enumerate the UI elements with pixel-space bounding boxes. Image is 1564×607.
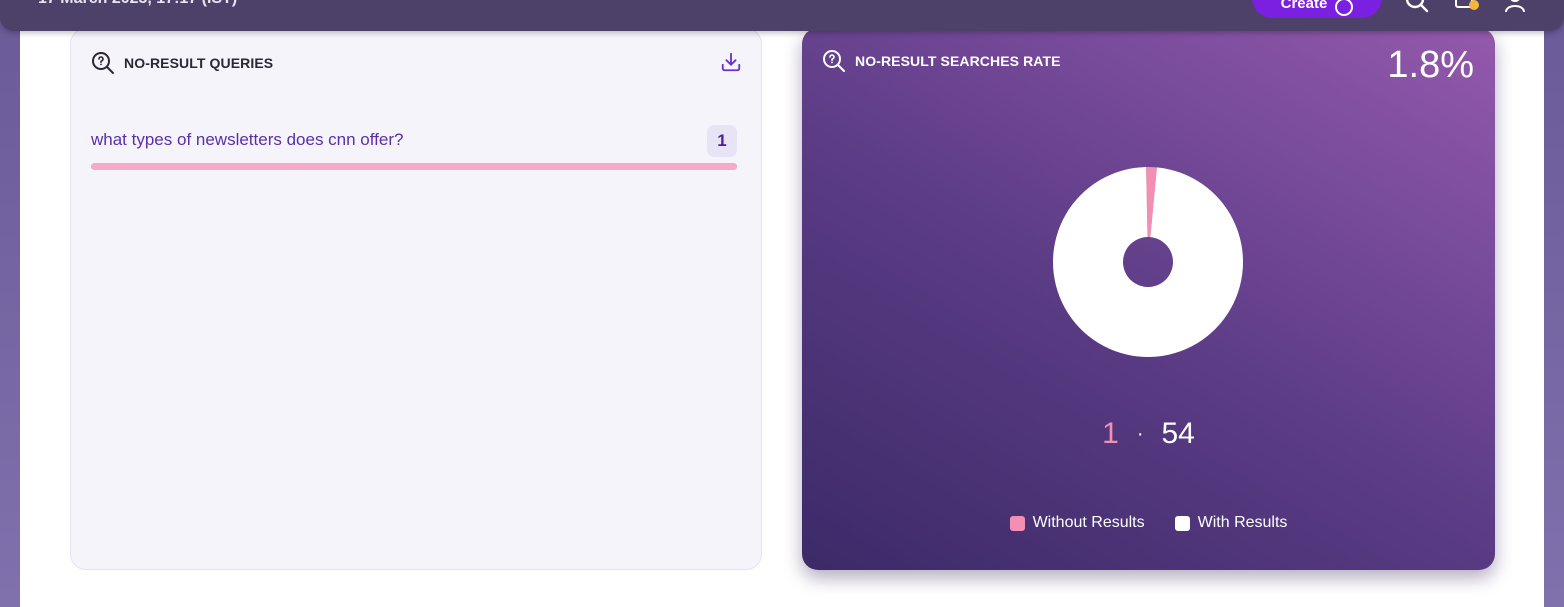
no-result-rate-card: NO-RESULT SEARCHES RATE 1.8% 1 · 54 With… xyxy=(802,28,1495,570)
plus-circle-icon xyxy=(1335,0,1354,16)
list-item[interactable]: what types of newsletters does cnn offer… xyxy=(91,125,737,175)
search-question-icon xyxy=(92,52,114,74)
legend-label-with: With Results xyxy=(1197,514,1288,531)
notification-badge xyxy=(1469,0,1479,10)
no-result-stats: 1 · 54 xyxy=(802,414,1495,454)
no-result-rate-title: NO-RESULT SEARCHES RATE xyxy=(855,53,1061,69)
create-button-label: Create xyxy=(1280,0,1328,12)
legend-swatch-without xyxy=(1009,515,1025,531)
search-question-icon xyxy=(823,50,845,72)
no-result-donut-chart[interactable] xyxy=(1052,166,1244,358)
stats-separator: · xyxy=(1136,422,1144,445)
no-result-queries-card: NO-RESULT QUERIES what types of newslett… xyxy=(70,28,762,570)
query-count-badge: 1 xyxy=(707,125,737,157)
user-icon[interactable] xyxy=(1503,0,1527,12)
without-results-count: 1 xyxy=(1102,417,1119,450)
legend-swatch-with xyxy=(1174,515,1190,531)
left-page-edge xyxy=(0,0,20,607)
right-page-edge xyxy=(1544,0,1564,607)
no-result-rate-value: 1.8% xyxy=(1387,44,1474,86)
legend-label-without: Without Results xyxy=(1032,514,1145,531)
header-date: 17 March 2025, 17:17 (IST) xyxy=(38,0,237,8)
search-icon[interactable] xyxy=(1404,0,1430,14)
create-button[interactable]: Create xyxy=(1252,0,1382,18)
legend-item-without-results[interactable]: Without Results xyxy=(1009,514,1145,532)
top-header-bar: 17 March 2025, 17:17 (IST) Create xyxy=(0,0,1564,31)
query-frequency-bar xyxy=(91,163,737,170)
query-text[interactable]: what types of newsletters does cnn offer… xyxy=(91,130,403,150)
no-result-queries-title: NO-RESULT QUERIES xyxy=(124,55,274,71)
query-frequency-bar-fill xyxy=(91,163,737,170)
chart-legend: Without Results With Results xyxy=(802,512,1495,534)
no-result-queries-header: NO-RESULT QUERIES xyxy=(91,51,741,75)
download-icon[interactable] xyxy=(720,51,742,73)
with-results-count: 54 xyxy=(1161,417,1195,450)
legend-item-with-results[interactable]: With Results xyxy=(1174,514,1288,532)
no-result-rate-header: NO-RESULT SEARCHES RATE xyxy=(822,49,1061,73)
